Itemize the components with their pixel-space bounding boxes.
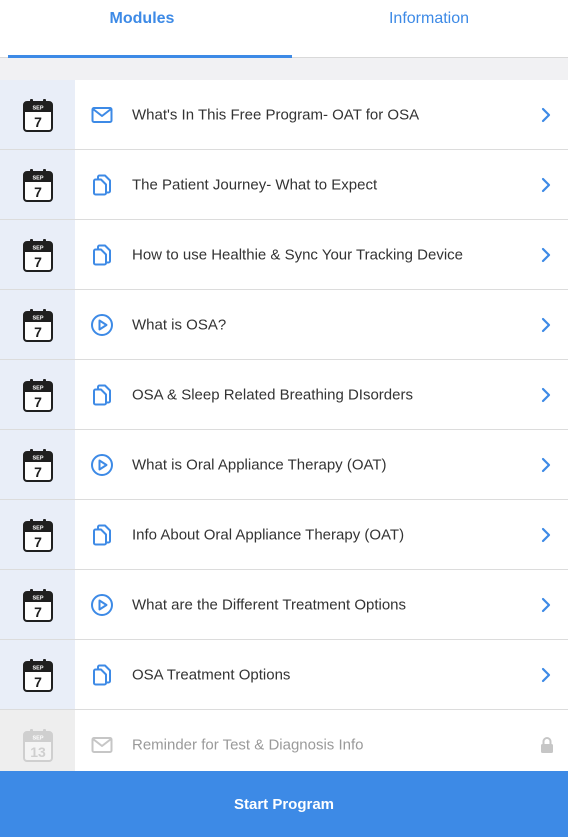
play-icon bbox=[90, 313, 114, 337]
mail-icon bbox=[90, 733, 114, 757]
chevron-right-icon[interactable] bbox=[540, 667, 552, 683]
chevron-right-icon[interactable] bbox=[540, 107, 552, 123]
date-month: SEP bbox=[32, 105, 43, 111]
list-item[interactable]: SEP 7 How to use Healthie & Sync Your Trac… bbox=[0, 220, 568, 290]
date-badge: SEP 7 bbox=[0, 80, 75, 149]
module-title: What are the Different Treatment Options bbox=[132, 596, 407, 613]
date-month: SEP bbox=[32, 595, 43, 601]
date-badge: SEP 7 bbox=[0, 360, 75, 429]
date-badge: SEP 7 bbox=[0, 430, 75, 499]
list-item: SEP 13 Reminder for Test & Diagnosis Info bbox=[0, 710, 568, 780]
date-month: SEP bbox=[32, 455, 43, 461]
list-item[interactable]: SEP 7 Info About Oral Appliance Therapy (O… bbox=[0, 500, 568, 570]
date-day: 7 bbox=[34, 534, 42, 550]
chevron-right-icon[interactable] bbox=[540, 177, 552, 193]
tab-bar: Modules Information bbox=[0, 0, 568, 58]
module-title: The Patient Journey- What to Expect bbox=[132, 176, 378, 193]
chevron-right-icon[interactable] bbox=[540, 247, 552, 263]
document-icon bbox=[90, 523, 114, 547]
tab-modules[interactable]: Modules bbox=[0, 0, 284, 58]
play-icon bbox=[90, 453, 114, 477]
date-month: SEP bbox=[32, 525, 43, 531]
document-icon bbox=[90, 243, 114, 267]
date-badge: SEP 7 bbox=[0, 500, 75, 569]
date-badge: SEP 7 bbox=[0, 640, 75, 709]
list-item[interactable]: SEP 7 The Patient Journey- What to Expect bbox=[0, 150, 568, 220]
list-item[interactable]: SEP 7 What's In This Free Program- OAT for… bbox=[0, 80, 568, 150]
document-icon bbox=[90, 663, 114, 687]
date-month: SEP bbox=[32, 385, 43, 391]
chevron-right-icon[interactable] bbox=[540, 597, 552, 613]
chevron-right-icon[interactable] bbox=[540, 317, 552, 333]
date-badge: SEP 7 bbox=[0, 220, 75, 289]
tab-information[interactable]: Information bbox=[290, 0, 568, 58]
date-day: 7 bbox=[34, 114, 42, 130]
date-day: 7 bbox=[34, 254, 42, 270]
document-icon bbox=[90, 173, 114, 197]
list-item[interactable]: SEP 7 OSA Treatment Options bbox=[0, 640, 568, 710]
date-badge: SEP 7 bbox=[0, 570, 75, 639]
module-title: What is OSA? bbox=[132, 316, 227, 333]
date-day: 7 bbox=[34, 604, 42, 620]
date-month: SEP bbox=[32, 665, 43, 671]
date-month: SEP bbox=[32, 735, 43, 741]
chevron-right-icon[interactable] bbox=[540, 387, 552, 403]
module-title: What is Oral Appliance Therapy (OAT) bbox=[132, 456, 387, 473]
date-day: 7 bbox=[34, 464, 42, 480]
date-day: 7 bbox=[34, 674, 42, 690]
date-day: 7 bbox=[34, 184, 42, 200]
module-title: OSA & Sleep Related Breathing DIsorders bbox=[132, 386, 413, 403]
date-month: SEP bbox=[32, 175, 43, 181]
date-badge: SEP 13 bbox=[0, 710, 75, 779]
date-badge: SEP 7 bbox=[0, 290, 75, 359]
module-title: Reminder for Test & Diagnosis Info bbox=[132, 736, 364, 753]
module-title: OSA Treatment Options bbox=[132, 666, 291, 683]
date-day: 7 bbox=[34, 394, 42, 410]
list-item[interactable]: SEP 7 What is Oral Appliance Therapy (OAT) bbox=[0, 430, 568, 500]
module-title: How to use Healthie & Sync Your Tracking… bbox=[132, 246, 464, 263]
list-item[interactable]: SEP 7 What is OSA? bbox=[0, 290, 568, 360]
date-badge: SEP 7 bbox=[0, 150, 75, 219]
date-month: SEP bbox=[32, 245, 43, 251]
document-icon bbox=[90, 383, 114, 407]
mail-icon bbox=[90, 103, 114, 127]
play-icon bbox=[90, 593, 114, 617]
list-item[interactable]: SEP 7 What are the Different Treatment Opt… bbox=[0, 570, 568, 640]
module-title: Info About Oral Appliance Therapy (OAT) bbox=[132, 526, 405, 543]
date-day: 13 bbox=[30, 744, 46, 760]
list-item[interactable]: SEP 7 OSA & Sleep Related Breathing DIsord… bbox=[0, 360, 568, 430]
lock-icon bbox=[540, 736, 554, 754]
start-program-button[interactable]: Start Program bbox=[0, 771, 568, 837]
list-header-spacer bbox=[0, 58, 568, 80]
module-list: SEP 7 What's In This Free Program- OAT for… bbox=[0, 80, 568, 780]
date-month: SEP bbox=[32, 315, 43, 321]
date-day: 7 bbox=[34, 324, 42, 340]
chevron-right-icon[interactable] bbox=[540, 527, 552, 543]
chevron-right-icon[interactable] bbox=[540, 457, 552, 473]
module-title: What's In This Free Program- OAT for OSA bbox=[132, 106, 420, 123]
